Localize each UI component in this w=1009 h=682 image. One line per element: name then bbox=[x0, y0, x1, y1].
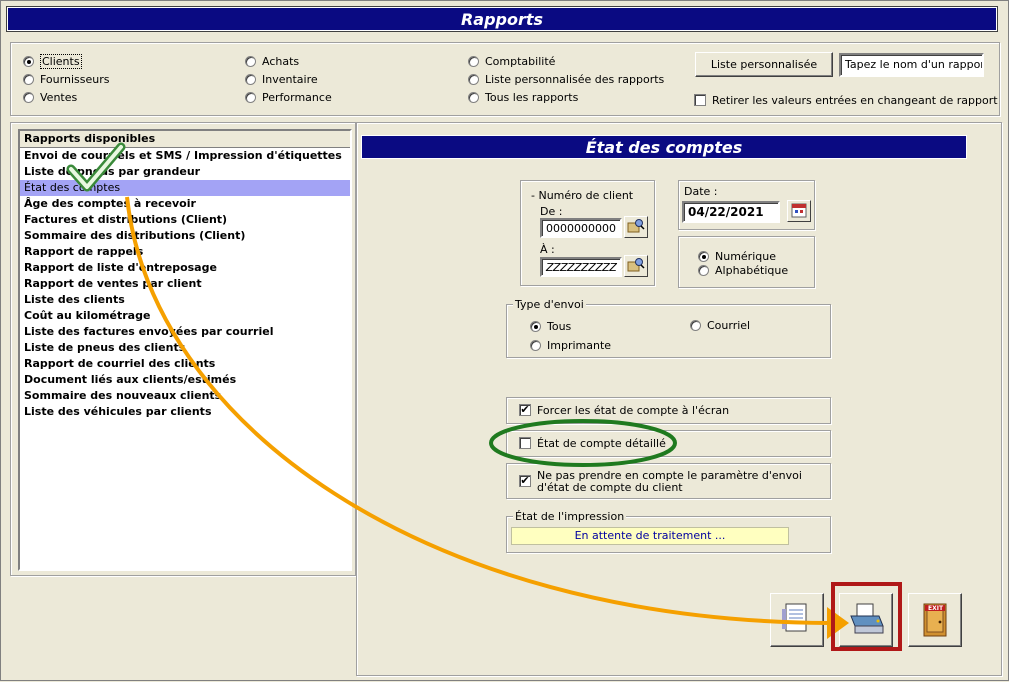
lookup-icon bbox=[627, 257, 645, 276]
document-preview-icon bbox=[780, 601, 814, 640]
radio-dot bbox=[468, 91, 479, 103]
radio-ventes[interactable]: Ventes bbox=[23, 90, 77, 104]
client-from-input[interactable]: 0000000000 bbox=[540, 218, 622, 238]
window-title: Rapports bbox=[6, 6, 998, 32]
calendar-icon bbox=[791, 202, 807, 221]
report-items: Envoi de courriels et SMS / Impression d… bbox=[20, 148, 350, 420]
reports-list-header: Rapports disponibles bbox=[20, 131, 350, 148]
radio-dot bbox=[245, 73, 256, 85]
checkbox-box: ✔ bbox=[519, 474, 531, 487]
client-number-label: - Numéro de client bbox=[529, 189, 636, 202]
radio-dot bbox=[530, 320, 541, 332]
radio-dot bbox=[690, 319, 701, 331]
print-status-value: En attente de traitement ... bbox=[511, 527, 789, 545]
report-list-item[interactable]: Rapport de courriel des clients bbox=[20, 356, 350, 372]
radio-tous-rapports[interactable]: Tous les rapports bbox=[468, 90, 578, 104]
send-type-label: Type d'envoi bbox=[513, 298, 586, 311]
radio-dot bbox=[530, 339, 541, 351]
checkbox-box bbox=[694, 94, 706, 106]
custom-list-button[interactable]: Liste personnalisée bbox=[695, 52, 833, 77]
report-name-input[interactable]: Tapez le nom d'un rapport bbox=[839, 53, 984, 77]
lookup-icon bbox=[627, 218, 645, 237]
checkbox-box bbox=[519, 437, 531, 449]
detailed-checkbox[interactable]: État de compte détaillé bbox=[519, 437, 666, 450]
radio-dot bbox=[468, 73, 479, 85]
radio-achats[interactable]: Achats bbox=[245, 54, 299, 68]
radio-dot bbox=[698, 264, 709, 276]
report-list-item[interactable]: Document liés aux clients/estimés bbox=[20, 372, 350, 388]
date-label: Date : bbox=[684, 185, 718, 198]
radio-imprimante[interactable]: Imprimante bbox=[530, 338, 611, 352]
to-label: À : bbox=[540, 243, 555, 256]
report-list-item[interactable]: Factures et distributions (Client) bbox=[20, 212, 350, 228]
report-list-item[interactable]: Rapport de liste d'entreposage bbox=[20, 260, 350, 276]
radio-tous[interactable]: Tous bbox=[530, 319, 571, 333]
radio-dot bbox=[23, 91, 34, 103]
report-list-item[interactable]: Rapport de rappels bbox=[20, 244, 350, 260]
radio-numerique[interactable]: Numérique bbox=[698, 249, 776, 263]
radio-performance[interactable]: Performance bbox=[245, 90, 332, 104]
radio-dot bbox=[698, 250, 709, 262]
report-list-item[interactable]: Sommaire des nouveaux clients bbox=[20, 388, 350, 404]
radio-courriel[interactable]: Courriel bbox=[690, 318, 750, 332]
reset-values-checkbox[interactable]: Retirer les valeurs entrées en changeant… bbox=[694, 94, 998, 107]
report-list-item[interactable]: Sommaire des distributions (Client) bbox=[20, 228, 350, 244]
reports-list: Rapports disponibles Envoi de courriels … bbox=[18, 129, 352, 571]
report-window: Rapports Clients Fournisseurs Ventes Ach… bbox=[0, 0, 1009, 681]
report-list-item[interactable]: Liste des clients bbox=[20, 292, 350, 308]
date-input[interactable]: 04/22/2021 bbox=[682, 201, 780, 223]
calendar-button[interactable] bbox=[787, 200, 811, 222]
report-list-item[interactable]: Coût au kilométrage bbox=[20, 308, 350, 324]
report-list-item[interactable]: Envoi de courriels et SMS / Impression d… bbox=[20, 148, 350, 164]
client-from-lookup-button[interactable] bbox=[624, 216, 648, 238]
force-screen-checkbox[interactable]: ✔ Forcer les état de compte à l'écran bbox=[519, 404, 729, 417]
report-list-item[interactable]: Liste des véhicules par clients bbox=[20, 404, 350, 420]
radio-dot bbox=[23, 73, 34, 85]
printer-icon bbox=[847, 602, 885, 639]
radio-dot bbox=[245, 55, 256, 67]
radio-liste-perso[interactable]: Liste personnalisée des rapports bbox=[468, 72, 664, 86]
radio-dot bbox=[245, 91, 256, 103]
radio-alphabetique[interactable]: Alphabétique bbox=[698, 263, 788, 277]
exit-label: EXIT bbox=[928, 605, 944, 612]
radio-fournisseurs[interactable]: Fournisseurs bbox=[23, 72, 109, 86]
checkbox-box: ✔ bbox=[519, 403, 531, 416]
report-list-item[interactable]: Liste des factures envoyées par courriel bbox=[20, 324, 350, 340]
ignore-param-checkbox[interactable]: ✔ Ne pas prendre en compte le paramètre d… bbox=[519, 470, 809, 494]
exit-button[interactable]: EXIT bbox=[908, 593, 962, 647]
report-list-item[interactable]: Liste de pneus des clients bbox=[20, 340, 350, 356]
print-status-label: État de l'impression bbox=[513, 510, 627, 523]
client-to-lookup-button[interactable] bbox=[624, 255, 648, 277]
exit-door-icon: EXIT bbox=[920, 602, 950, 638]
detail-title: État des comptes bbox=[361, 135, 967, 159]
report-list-item[interactable]: Rapport de ventes par client bbox=[20, 276, 350, 292]
radio-dot bbox=[468, 55, 479, 67]
print-button[interactable] bbox=[839, 593, 893, 647]
client-to-input[interactable]: ZZZZZZZZZZ bbox=[540, 257, 622, 277]
radio-inventaire[interactable]: Inventaire bbox=[245, 72, 318, 86]
radio-clients[interactable]: Clients bbox=[23, 53, 82, 69]
from-label: De : bbox=[540, 205, 563, 218]
report-list-item[interactable]: Âge des comptes à recevoir bbox=[20, 196, 350, 212]
report-list-item[interactable]: État des comptes bbox=[20, 180, 350, 196]
radio-dot bbox=[23, 55, 34, 67]
preview-button[interactable] bbox=[770, 593, 824, 647]
radio-comptabilite[interactable]: Comptabilité bbox=[468, 54, 555, 68]
report-list-item[interactable]: Liste de pneus par grandeur bbox=[20, 164, 350, 180]
